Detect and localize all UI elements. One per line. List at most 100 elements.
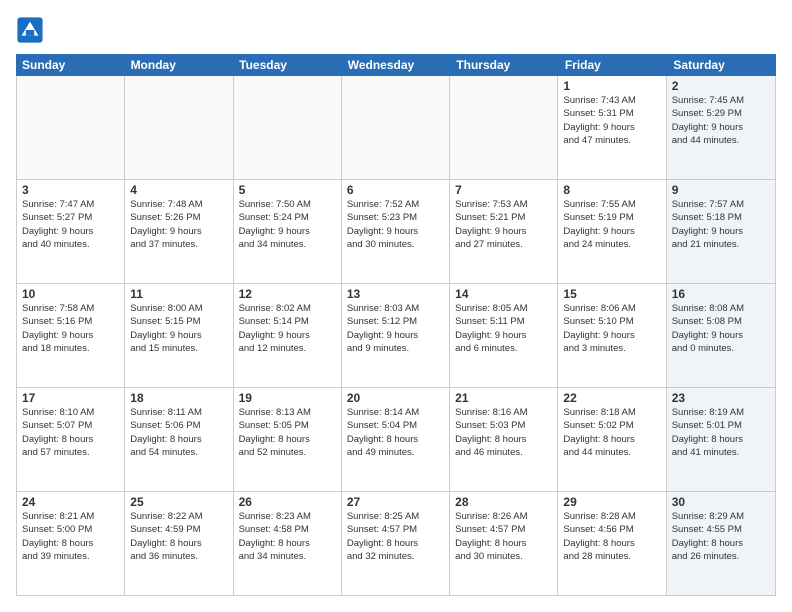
- calendar-cell-11: 11Sunrise: 8:00 AM Sunset: 5:15 PM Dayli…: [125, 284, 233, 387]
- day-info: Sunrise: 7:43 AM Sunset: 5:31 PM Dayligh…: [563, 94, 660, 147]
- calendar-week-2: 3Sunrise: 7:47 AM Sunset: 5:27 PM Daylig…: [17, 180, 775, 284]
- calendar-cell-12: 12Sunrise: 8:02 AM Sunset: 5:14 PM Dayli…: [234, 284, 342, 387]
- day-number: 6: [347, 183, 444, 197]
- day-number: 10: [22, 287, 119, 301]
- day-number: 16: [672, 287, 770, 301]
- day-number: 9: [672, 183, 770, 197]
- day-info: Sunrise: 8:16 AM Sunset: 5:03 PM Dayligh…: [455, 406, 552, 459]
- day-number: 18: [130, 391, 227, 405]
- day-info: Sunrise: 8:25 AM Sunset: 4:57 PM Dayligh…: [347, 510, 444, 563]
- calendar-cell-6: 6Sunrise: 7:52 AM Sunset: 5:23 PM Daylig…: [342, 180, 450, 283]
- header-day-wednesday: Wednesday: [342, 54, 451, 76]
- day-info: Sunrise: 7:45 AM Sunset: 5:29 PM Dayligh…: [672, 94, 770, 147]
- calendar-cell-15: 15Sunrise: 8:06 AM Sunset: 5:10 PM Dayli…: [558, 284, 666, 387]
- day-number: 2: [672, 79, 770, 93]
- header-day-saturday: Saturday: [667, 54, 776, 76]
- day-info: Sunrise: 7:58 AM Sunset: 5:16 PM Dayligh…: [22, 302, 119, 355]
- calendar-cell-23: 23Sunrise: 8:19 AM Sunset: 5:01 PM Dayli…: [667, 388, 775, 491]
- calendar-cell-18: 18Sunrise: 8:11 AM Sunset: 5:06 PM Dayli…: [125, 388, 233, 491]
- header-day-friday: Friday: [559, 54, 668, 76]
- day-info: Sunrise: 8:05 AM Sunset: 5:11 PM Dayligh…: [455, 302, 552, 355]
- calendar-cell-empty-0-0: [17, 76, 125, 179]
- day-info: Sunrise: 8:13 AM Sunset: 5:05 PM Dayligh…: [239, 406, 336, 459]
- calendar-week-1: 1Sunrise: 7:43 AM Sunset: 5:31 PM Daylig…: [17, 76, 775, 180]
- day-number: 12: [239, 287, 336, 301]
- day-info: Sunrise: 8:08 AM Sunset: 5:08 PM Dayligh…: [672, 302, 770, 355]
- day-info: Sunrise: 8:23 AM Sunset: 4:58 PM Dayligh…: [239, 510, 336, 563]
- day-number: 1: [563, 79, 660, 93]
- calendar-cell-25: 25Sunrise: 8:22 AM Sunset: 4:59 PM Dayli…: [125, 492, 233, 595]
- calendar-cell-3: 3Sunrise: 7:47 AM Sunset: 5:27 PM Daylig…: [17, 180, 125, 283]
- calendar-cell-4: 4Sunrise: 7:48 AM Sunset: 5:26 PM Daylig…: [125, 180, 233, 283]
- header: [16, 16, 776, 44]
- day-info: Sunrise: 8:29 AM Sunset: 4:55 PM Dayligh…: [672, 510, 770, 563]
- logo: [16, 16, 48, 44]
- calendar-cell-7: 7Sunrise: 7:53 AM Sunset: 5:21 PM Daylig…: [450, 180, 558, 283]
- day-info: Sunrise: 8:26 AM Sunset: 4:57 PM Dayligh…: [455, 510, 552, 563]
- calendar-cell-30: 30Sunrise: 8:29 AM Sunset: 4:55 PM Dayli…: [667, 492, 775, 595]
- day-info: Sunrise: 8:11 AM Sunset: 5:06 PM Dayligh…: [130, 406, 227, 459]
- calendar-cell-empty-0-3: [342, 76, 450, 179]
- calendar-cell-16: 16Sunrise: 8:08 AM Sunset: 5:08 PM Dayli…: [667, 284, 775, 387]
- calendar-cell-19: 19Sunrise: 8:13 AM Sunset: 5:05 PM Dayli…: [234, 388, 342, 491]
- day-info: Sunrise: 8:00 AM Sunset: 5:15 PM Dayligh…: [130, 302, 227, 355]
- calendar-grid: 1Sunrise: 7:43 AM Sunset: 5:31 PM Daylig…: [16, 76, 776, 596]
- header-day-thursday: Thursday: [450, 54, 559, 76]
- day-number: 13: [347, 287, 444, 301]
- calendar-cell-5: 5Sunrise: 7:50 AM Sunset: 5:24 PM Daylig…: [234, 180, 342, 283]
- calendar-cell-13: 13Sunrise: 8:03 AM Sunset: 5:12 PM Dayli…: [342, 284, 450, 387]
- calendar-cell-empty-0-1: [125, 76, 233, 179]
- calendar-cell-8: 8Sunrise: 7:55 AM Sunset: 5:19 PM Daylig…: [558, 180, 666, 283]
- day-number: 25: [130, 495, 227, 509]
- day-number: 15: [563, 287, 660, 301]
- calendar-cell-1: 1Sunrise: 7:43 AM Sunset: 5:31 PM Daylig…: [558, 76, 666, 179]
- day-number: 22: [563, 391, 660, 405]
- calendar-cell-10: 10Sunrise: 7:58 AM Sunset: 5:16 PM Dayli…: [17, 284, 125, 387]
- day-number: 24: [22, 495, 119, 509]
- calendar-cell-22: 22Sunrise: 8:18 AM Sunset: 5:02 PM Dayli…: [558, 388, 666, 491]
- day-info: Sunrise: 8:02 AM Sunset: 5:14 PM Dayligh…: [239, 302, 336, 355]
- header-day-tuesday: Tuesday: [233, 54, 342, 76]
- logo-icon: [16, 16, 44, 44]
- header-day-sunday: Sunday: [16, 54, 125, 76]
- day-info: Sunrise: 8:28 AM Sunset: 4:56 PM Dayligh…: [563, 510, 660, 563]
- day-number: 11: [130, 287, 227, 301]
- day-number: 27: [347, 495, 444, 509]
- page: SundayMondayTuesdayWednesdayThursdayFrid…: [0, 0, 792, 612]
- calendar-cell-9: 9Sunrise: 7:57 AM Sunset: 5:18 PM Daylig…: [667, 180, 775, 283]
- calendar-cell-26: 26Sunrise: 8:23 AM Sunset: 4:58 PM Dayli…: [234, 492, 342, 595]
- calendar-cell-17: 17Sunrise: 8:10 AM Sunset: 5:07 PM Dayli…: [17, 388, 125, 491]
- day-number: 21: [455, 391, 552, 405]
- calendar-week-4: 17Sunrise: 8:10 AM Sunset: 5:07 PM Dayli…: [17, 388, 775, 492]
- day-info: Sunrise: 8:10 AM Sunset: 5:07 PM Dayligh…: [22, 406, 119, 459]
- calendar-cell-20: 20Sunrise: 8:14 AM Sunset: 5:04 PM Dayli…: [342, 388, 450, 491]
- calendar-cell-empty-0-4: [450, 76, 558, 179]
- calendar-cell-27: 27Sunrise: 8:25 AM Sunset: 4:57 PM Dayli…: [342, 492, 450, 595]
- calendar-week-5: 24Sunrise: 8:21 AM Sunset: 5:00 PM Dayli…: [17, 492, 775, 595]
- day-number: 30: [672, 495, 770, 509]
- day-info: Sunrise: 8:19 AM Sunset: 5:01 PM Dayligh…: [672, 406, 770, 459]
- day-number: 19: [239, 391, 336, 405]
- day-number: 4: [130, 183, 227, 197]
- calendar-cell-28: 28Sunrise: 8:26 AM Sunset: 4:57 PM Dayli…: [450, 492, 558, 595]
- day-number: 23: [672, 391, 770, 405]
- day-info: Sunrise: 8:18 AM Sunset: 5:02 PM Dayligh…: [563, 406, 660, 459]
- day-number: 17: [22, 391, 119, 405]
- day-info: Sunrise: 7:57 AM Sunset: 5:18 PM Dayligh…: [672, 198, 770, 251]
- calendar-week-3: 10Sunrise: 7:58 AM Sunset: 5:16 PM Dayli…: [17, 284, 775, 388]
- day-info: Sunrise: 8:22 AM Sunset: 4:59 PM Dayligh…: [130, 510, 227, 563]
- day-info: Sunrise: 7:52 AM Sunset: 5:23 PM Dayligh…: [347, 198, 444, 251]
- calendar-cell-2: 2Sunrise: 7:45 AM Sunset: 5:29 PM Daylig…: [667, 76, 775, 179]
- day-info: Sunrise: 7:48 AM Sunset: 5:26 PM Dayligh…: [130, 198, 227, 251]
- day-number: 3: [22, 183, 119, 197]
- day-number: 5: [239, 183, 336, 197]
- day-number: 28: [455, 495, 552, 509]
- day-number: 26: [239, 495, 336, 509]
- calendar-cell-14: 14Sunrise: 8:05 AM Sunset: 5:11 PM Dayli…: [450, 284, 558, 387]
- day-number: 14: [455, 287, 552, 301]
- day-info: Sunrise: 8:14 AM Sunset: 5:04 PM Dayligh…: [347, 406, 444, 459]
- calendar-header: SundayMondayTuesdayWednesdayThursdayFrid…: [16, 54, 776, 76]
- day-info: Sunrise: 8:06 AM Sunset: 5:10 PM Dayligh…: [563, 302, 660, 355]
- day-number: 20: [347, 391, 444, 405]
- day-info: Sunrise: 8:21 AM Sunset: 5:00 PM Dayligh…: [22, 510, 119, 563]
